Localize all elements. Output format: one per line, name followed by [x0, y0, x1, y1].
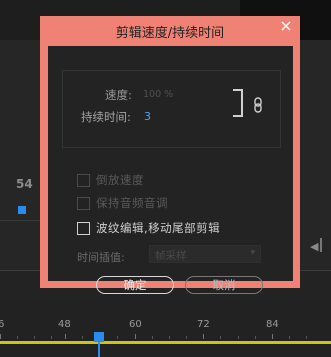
maintain-pitch-option: 保持音频音调 [77, 195, 168, 211]
ruler-minor-tick [238, 336, 239, 339]
ok-button[interactable]: 确定 [96, 276, 174, 294]
ruler-minor-tick [117, 336, 118, 339]
arrow-left-icon[interactable]: ◀ [310, 240, 318, 253]
reverse-speed-label: 倒放速度 [96, 173, 144, 187]
ruler-minor-tick [17, 336, 18, 339]
ruler-tick-label: 6 [0, 319, 5, 330]
ruler-tick-label: 72 [197, 319, 210, 330]
link-icon[interactable] [253, 97, 263, 113]
ruler-tick [203, 334, 204, 339]
timeline-ruler[interactable]: 6 48 60 72 84 [0, 300, 331, 357]
divider [0, 220, 42, 221]
maintain-pitch-checkbox [77, 196, 90, 210]
ripple-edit-label[interactable]: 波纹编辑,移动尾部剪辑 [96, 220, 220, 236]
link-bracket [233, 89, 243, 117]
ripple-edit-option[interactable]: 波纹编辑,移动尾部剪辑 [77, 220, 220, 236]
ripple-edit-checkbox[interactable] [77, 221, 90, 235]
mini-playhead-marker[interactable] [18, 206, 26, 214]
ruler-minor-tick [186, 336, 187, 339]
reverse-speed-option: 倒放速度 [77, 172, 144, 188]
clip-speed-duration-dialog: 剪辑速度/持续时间 速度: 100 % 持续时间: 3 倒放速度 保持音频音调 … [40, 16, 300, 294]
maintain-pitch-label: 保持音频音调 [96, 196, 168, 210]
duration-label: 持续时间: [81, 110, 131, 124]
time-interpolation-value: 帧采样 [155, 250, 187, 262]
ruler-tick-label: 48 [58, 319, 71, 330]
ruler-tick-label: 60 [129, 319, 142, 330]
frame-number-readout: 54 [16, 177, 33, 191]
ruler-tick [135, 334, 136, 339]
duration-value[interactable]: 3 [144, 110, 151, 123]
reverse-speed-checkbox [77, 173, 90, 187]
ruler-minor-tick [220, 336, 221, 339]
dialog-title: 剪辑速度/持续时间 [115, 26, 225, 41]
work-area-bar[interactable] [0, 341, 331, 344]
dialog-content: 速度: 100 % 持续时间: 3 倒放速度 保持音频音调 波纹编辑,移动尾部剪… [48, 46, 293, 294]
time-interpolation-label: 时间插值: [77, 251, 125, 264]
close-icon [281, 21, 291, 31]
ruler-minor-tick [255, 336, 256, 339]
chevron-down-icon: ▾ [250, 248, 255, 258]
ruler-minor-tick [82, 336, 83, 339]
ruler-minor-tick [306, 336, 307, 339]
dialog-titlebar[interactable]: 剪辑速度/持续时间 [40, 16, 300, 42]
ruler-tick [272, 334, 273, 339]
time-interpolation-select: 帧采样 ▾ [149, 245, 261, 263]
playhead-line [98, 340, 100, 357]
ruler-minor-tick [34, 336, 35, 339]
ruler-minor-tick [51, 336, 52, 339]
ruler-tick-label: 84 [266, 319, 279, 330]
ruler-minor-tick [152, 336, 153, 339]
cancel-button[interactable]: 取消 [185, 276, 263, 294]
speed-value[interactable]: 100 % [143, 89, 173, 100]
speed-label: 速度: [105, 88, 132, 102]
ruler-tick [0, 334, 1, 339]
edge-bar [320, 238, 322, 252]
ruler-minor-tick [169, 336, 170, 339]
close-button[interactable] [272, 16, 300, 36]
ruler-tick [65, 334, 66, 339]
ruler-minor-tick [289, 336, 290, 339]
speed-duration-group: 速度: 100 % 持续时间: 3 [62, 70, 281, 148]
